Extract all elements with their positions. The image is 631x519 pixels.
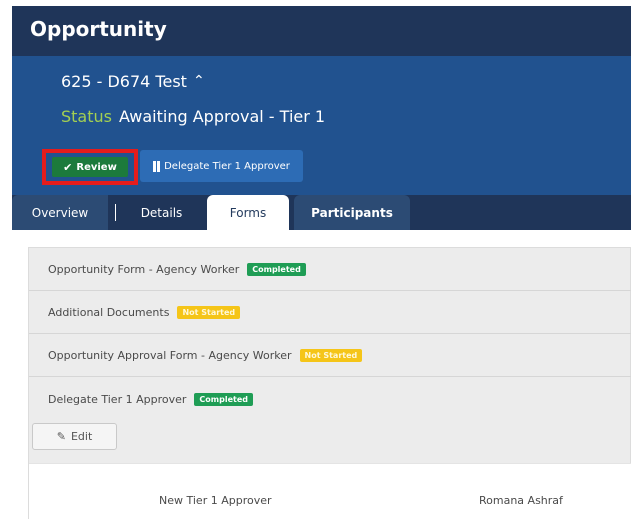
- delegate-approver-label: Delegate Tier 1 Approver: [164, 160, 290, 172]
- tab-divider: [115, 204, 116, 221]
- chevron-up-icon[interactable]: ⌃: [193, 73, 205, 89]
- pause-icon: [153, 160, 161, 172]
- forms-content: Opportunity Form - Agency Worker Complet…: [12, 230, 631, 519]
- detail-value: Romana Ashraf: [479, 494, 563, 507]
- page-title: Opportunity: [30, 17, 167, 41]
- review-highlight: ✔ Review: [42, 149, 138, 185]
- review-button-label: Review: [76, 161, 117, 173]
- opportunity-name-toggle[interactable]: 625 - D674 Test ⌃: [61, 72, 205, 91]
- form-row[interactable]: Additional Documents Not Started: [29, 291, 631, 334]
- status-badge: Not Started: [299, 348, 363, 362]
- form-name: Delegate Tier 1 Approver: [48, 393, 187, 406]
- form-name: Additional Documents: [48, 305, 170, 319]
- review-button[interactable]: ✔ Review: [52, 157, 128, 177]
- tab-bar: Overview Details Forms Participants: [12, 195, 631, 230]
- status-badge: Completed: [194, 393, 253, 406]
- header-bar: Opportunity: [12, 6, 631, 56]
- status-label: Status: [61, 107, 112, 126]
- form-row[interactable]: Opportunity Approval Form - Agency Worke…: [29, 334, 631, 377]
- status-badge: Completed: [247, 262, 306, 276]
- form-name: Opportunity Approval Form - Agency Worke…: [48, 348, 292, 362]
- status-value: Awaiting Approval - Tier 1: [118, 107, 326, 126]
- forms-list: Opportunity Form - Agency Worker Complet…: [28, 247, 631, 519]
- edit-button[interactable]: ✎ Edit: [32, 423, 117, 450]
- delegate-approver-button[interactable]: Delegate Tier 1 Approver: [140, 150, 303, 182]
- status-row: Status Awaiting Approval - Tier 1: [61, 107, 325, 126]
- check-icon: ✔: [63, 160, 73, 174]
- edit-icon: ✎: [56, 430, 66, 443]
- tab-participants[interactable]: Participants: [294, 195, 410, 230]
- detail-label: New Tier 1 Approver: [159, 494, 272, 507]
- opportunity-name: 625 - D674 Test: [61, 72, 187, 91]
- form-name: Opportunity Form - Agency Worker: [48, 262, 240, 276]
- edit-button-label: Edit: [70, 430, 93, 443]
- tab-details[interactable]: Details: [124, 195, 199, 230]
- form-row[interactable]: Delegate Tier 1 Approver Completed: [29, 378, 631, 421]
- page: Opportunity 625 - D674 Test ⌃ Status Await…: [0, 0, 631, 519]
- status-badge: Not Started: [177, 305, 241, 319]
- form-detail-card: New Tier 1 Approver Romana Ashraf: [29, 463, 631, 519]
- tab-overview[interactable]: Overview: [12, 195, 108, 230]
- tab-forms[interactable]: Forms: [207, 195, 289, 230]
- form-row[interactable]: Opportunity Form - Agency Worker Complet…: [29, 248, 631, 291]
